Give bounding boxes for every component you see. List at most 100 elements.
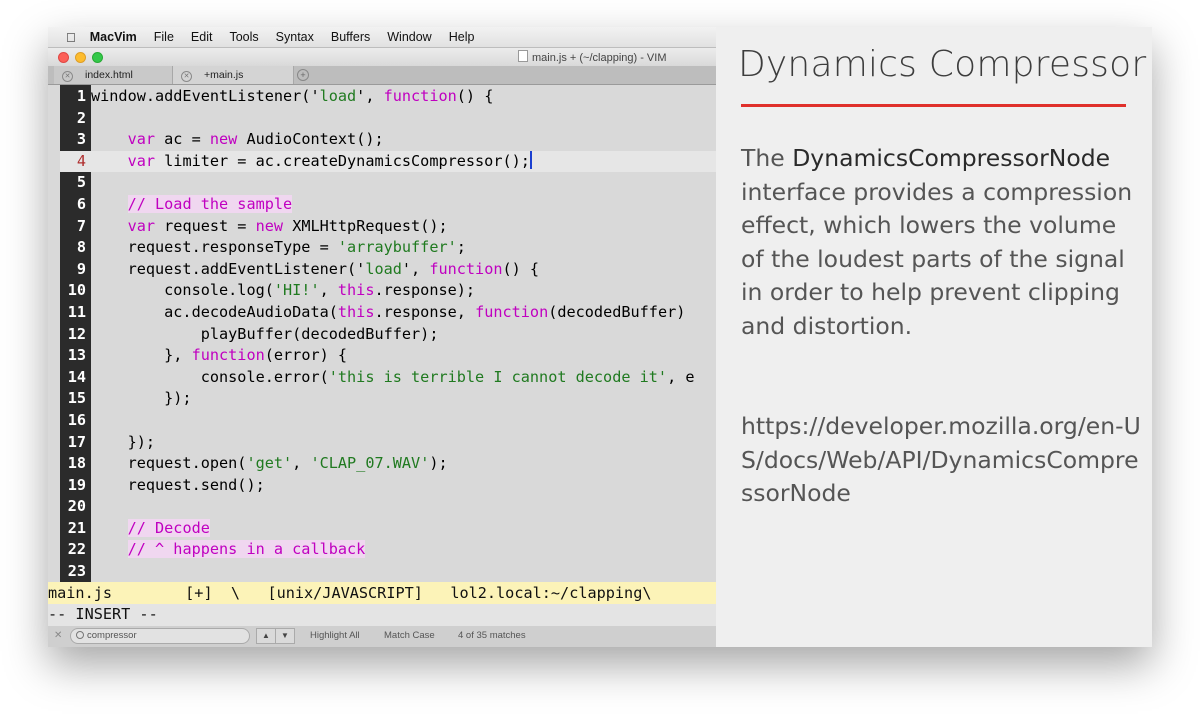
code-line[interactable]: 16 [60, 409, 716, 432]
line-number: 16 [60, 409, 91, 432]
code-line[interactable]: 9 request.addEventListener('load', funct… [60, 258, 716, 281]
string-token: 'CLAP_07.WAV' [310, 454, 430, 473]
line-number: 6 [60, 193, 91, 216]
code-line[interactable]: 14 console.error('this is terrible I can… [60, 366, 716, 389]
code-line[interactable]: 6 // Load the sample [60, 193, 716, 216]
string-token: load [319, 87, 357, 105]
keyword-token: function [383, 87, 457, 105]
code-line[interactable]: 4 var limiter = ac.createDynamicsCompres… [60, 150, 716, 173]
close-tab-icon[interactable]: ✕ [181, 71, 192, 82]
line-number: 17 [60, 431, 91, 454]
code-line[interactable]: 23 [60, 561, 716, 582]
code-line[interactable]: 1 window.addEventListener('load', functio… [60, 86, 716, 108]
menu-help[interactable]: Help [449, 30, 475, 44]
code-line[interactable]: 20 [60, 496, 716, 518]
apple-icon[interactable]:  [66, 30, 76, 45]
code-lines[interactable]: 1 window.addEventListener('load', functio… [60, 86, 716, 582]
code-editor[interactable]: 1 window.addEventListener('load', functio… [48, 85, 716, 582]
code-text: console.log('HI!', this.response); [91, 280, 475, 302]
code-line[interactable]: 3 var ac = new AudioContext(); [60, 129, 716, 151]
panel-description: The DynamicsCompressorNode interface pro… [741, 142, 1146, 344]
code-line[interactable]: 8 request.responseType = 'arraybuffer'; [60, 237, 716, 259]
code-text: request.open('get', 'CLAP_07.WAV'); [91, 453, 448, 475]
find-query: compressor [87, 630, 137, 641]
menu-syntax[interactable]: Syntax [276, 30, 314, 44]
code-token: AudioContext(); [237, 130, 384, 149]
minimize-window-button[interactable] [75, 52, 86, 63]
line-number: 8 [60, 237, 91, 259]
comment-token: // Decode [127, 518, 210, 537]
close-tab-icon[interactable]: ✕ [62, 71, 73, 82]
code-text: }); [91, 388, 192, 410]
code-line[interactable]: 19 request.send(); [60, 474, 716, 497]
line-number: 20 [60, 496, 91, 518]
code-line[interactable]: 17 }); [60, 431, 716, 454]
line-number: 14 [60, 366, 91, 389]
code-line[interactable]: 15 }); [60, 388, 716, 410]
code-token: }); [91, 389, 192, 408]
code-token: ); [429, 454, 448, 473]
tab-label: +main.js [204, 69, 244, 81]
code-line[interactable]: 18 request.open('get', 'CLAP_07.WAV'); [60, 453, 716, 475]
keyword-token: var [127, 130, 156, 149]
code-token: request.send(); [91, 475, 265, 494]
code-token: ', [356, 87, 384, 105]
line-number: 22 [60, 539, 91, 562]
code-token: .response); [374, 281, 476, 300]
code-text: }, function(error) { [91, 345, 347, 367]
zoom-window-button[interactable] [92, 52, 103, 63]
code-line[interactable]: 12 playBuffer(decodedBuffer); [60, 323, 716, 346]
code-token: playBuffer(decodedBuffer); [91, 324, 439, 343]
close-window-button[interactable] [58, 52, 69, 63]
code-text: var request = new XMLHttpRequest(); [91, 216, 448, 238]
code-line[interactable]: 2 [60, 107, 716, 130]
code-token: window.addEventListener(' [91, 87, 320, 105]
highlight-all-toggle[interactable]: Highlight All [310, 630, 360, 641]
code-token: (decodedBuffer) [548, 302, 695, 321]
find-bar: ✕ compressor ▲ ▼ Highlight All Match Cas… [48, 626, 716, 647]
vim-status-line: main.js [+] \ [unix/JAVASCRIPT] lol2.loc… [48, 582, 716, 604]
mdn-link[interactable]: https://developer.mozilla.org/en-US/docs… [741, 410, 1146, 511]
new-tab-icon[interactable]: + [297, 69, 309, 81]
code-line[interactable]: 11 ac.decodeAudioData(this.response, fun… [60, 301, 716, 324]
code-token: }, [91, 346, 192, 365]
code-text: // Decode [91, 518, 210, 540]
tab-main-js[interactable]: ✕ +main.js [173, 66, 294, 84]
comment-token: // Load the sample [127, 194, 293, 213]
menu-file[interactable]: File [154, 30, 174, 44]
text-cursor [529, 150, 532, 169]
line-number: 1 [60, 86, 91, 108]
line-number: 23 [60, 561, 91, 582]
code-token: limiter = ac.createDynamicsCompressor(); [155, 151, 530, 170]
code-text: request.responseType = 'arraybuffer'; [91, 237, 466, 259]
find-input[interactable]: compressor [70, 628, 250, 644]
description-text: interface provides a compression effect,… [741, 177, 1133, 340]
line-number: 15 [60, 388, 91, 410]
code-line[interactable]: 5 [60, 172, 716, 194]
code-token: .response, [374, 302, 476, 321]
code-line[interactable]: 7 var request = new XMLHttpRequest(); [60, 215, 716, 238]
interface-name: DynamicsCompressorNode [792, 144, 1111, 172]
menu-window[interactable]: Window [387, 30, 431, 44]
menu-edit[interactable]: Edit [191, 30, 213, 44]
code-line[interactable]: 21 // Decode [60, 517, 716, 540]
code-text: var limiter = ac.createDynamicsCompresso… [91, 150, 532, 173]
code-line[interactable]: 10 console.log('HI!', this.response); [60, 280, 716, 302]
vim-mode-line: -- INSERT -- [48, 604, 716, 626]
document-icon [518, 50, 528, 62]
window-title: main.js + (~/clapping) - VIM [518, 50, 667, 64]
close-find-icon[interactable]: ✕ [54, 630, 62, 641]
code-line[interactable]: 22 // ^ happens in a callback [60, 539, 716, 562]
find-previous-button[interactable]: ▲ [256, 628, 276, 644]
menu-tools[interactable]: Tools [229, 30, 258, 44]
menu-app-name[interactable]: MacVim [90, 30, 137, 44]
code-line[interactable]: 13 }, function(error) { [60, 345, 716, 367]
tab-index-html[interactable]: ✕ index.html [54, 66, 173, 84]
code-text: window.addEventListener('load', function… [91, 86, 493, 108]
find-next-button[interactable]: ▼ [275, 628, 295, 644]
match-case-toggle[interactable]: Match Case [384, 630, 435, 641]
menu-buffers[interactable]: Buffers [331, 30, 370, 44]
